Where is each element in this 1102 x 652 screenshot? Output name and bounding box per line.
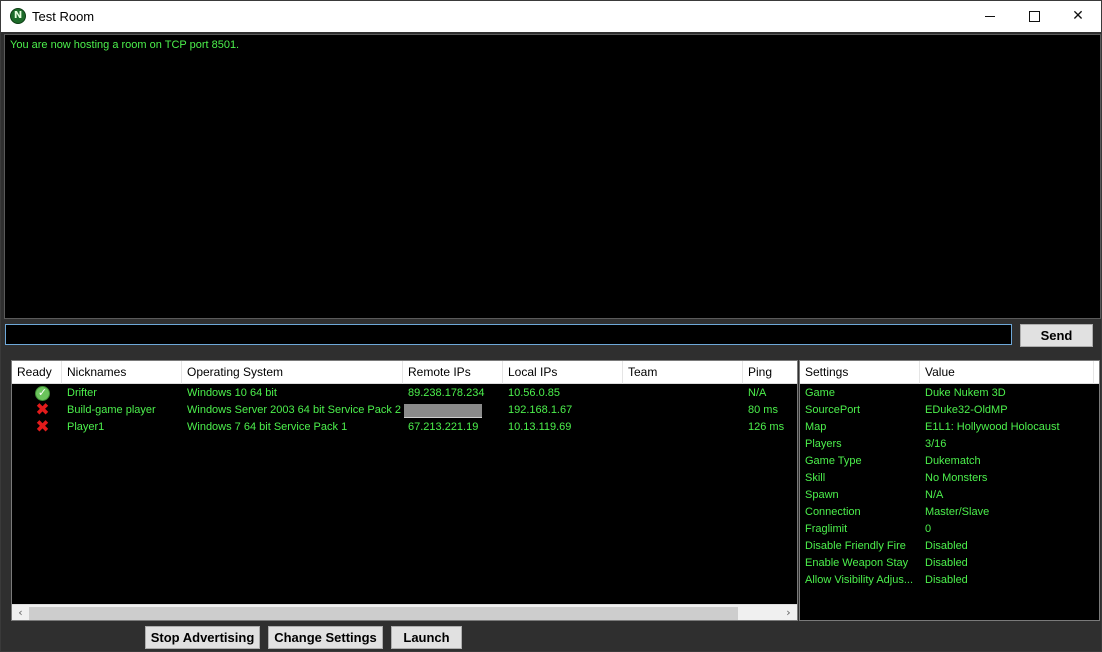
check-icon: ✓ (35, 386, 50, 401)
setting-key: Map (805, 421, 827, 433)
launch-button[interactable]: Launch (391, 626, 462, 649)
close-icon: ✕ (1072, 8, 1084, 24)
stop-advertising-button[interactable]: Stop Advertising (145, 626, 260, 649)
setting-key: Disable Friendly Fire (805, 540, 906, 552)
minimize-button[interactable] (967, 1, 1013, 32)
player-team (623, 385, 743, 402)
setting-key: Skill (805, 472, 826, 484)
player-ping: 80 ms (748, 404, 778, 416)
redacted-remote-ip (404, 404, 482, 418)
settings-row[interactable]: Allow Visibility Adjus... Disabled (800, 572, 1099, 589)
setting-value: E1L1: Hollywood Holocaust (925, 421, 1060, 433)
player-remote-ip: 67.213.221.19 (408, 421, 479, 433)
setting-value: Disabled (925, 574, 968, 586)
player-ping: 126 ms (748, 421, 785, 433)
column-header-os[interactable]: Operating System (182, 361, 403, 384)
player-ping: N/A (748, 387, 767, 399)
chat-log[interactable]: You are now hosting a room on TCP port 8… (4, 34, 1101, 319)
setting-key: SourcePort (805, 404, 861, 416)
settings-header: Settings Value (800, 361, 1099, 384)
player-nickname: Drifter (67, 387, 97, 399)
setting-key: Spawn (805, 489, 839, 501)
column-header-nicknames[interactable]: Nicknames (62, 361, 182, 384)
chat-input[interactable] (5, 324, 1012, 345)
column-header-settings[interactable]: Settings (800, 361, 920, 384)
window-title: Test Room (32, 9, 95, 24)
settings-row[interactable]: Disable Friendly Fire Disabled (800, 538, 1099, 555)
player-team (623, 419, 743, 436)
setting-value: Master/Slave (925, 506, 990, 518)
player-team (623, 402, 743, 419)
setting-value: No Monsters (925, 472, 988, 484)
settings-row[interactable]: Skill No Monsters (800, 470, 1099, 487)
settings-row[interactable]: Game Type Dukematch (800, 453, 1099, 470)
settings-row[interactable]: Connection Master/Slave (800, 504, 1099, 521)
player-row[interactable]: ✖ Player1 Windows 7 64 bit Service Pack … (12, 419, 797, 436)
settings-row[interactable]: Map E1L1: Hollywood Holocaust (800, 419, 1099, 436)
setting-value: Duke Nukem 3D (925, 387, 1006, 399)
x-icon: ✖ (35, 417, 50, 437)
horizontal-scrollbar[interactable]: ‹ › (12, 604, 797, 620)
column-header-local-ips[interactable]: Local IPs (503, 361, 623, 384)
column-header-value[interactable]: Value (920, 361, 1094, 384)
setting-value: EDuke32-OldMP (925, 404, 1008, 416)
setting-key: Game (805, 387, 835, 399)
column-header-team[interactable]: Team (623, 361, 743, 384)
setting-key: Game Type (805, 455, 862, 467)
close-button[interactable]: ✕ (1055, 1, 1101, 32)
app-logo-icon: N (10, 8, 26, 24)
log-line: You are now hosting a room on TCP port 8… (10, 39, 240, 51)
column-header-remote-ips[interactable]: Remote IPs (403, 361, 503, 384)
settings-row[interactable]: Players 3/16 (800, 436, 1099, 453)
column-header-ready[interactable]: Ready (12, 361, 62, 384)
player-row[interactable]: ✓ Drifter Windows 10 64 bit 89.238.178.2… (12, 385, 797, 402)
app-window: N Test Room ✕ You are now hosting a room… (0, 0, 1102, 652)
settings-row[interactable]: SourcePort EDuke32-OldMP (800, 402, 1099, 419)
player-local-ip: 10.56.0.85 (508, 387, 560, 399)
column-header-ping[interactable]: Ping (743, 361, 797, 384)
players-header: Ready Nicknames Operating System Remote … (12, 361, 797, 384)
title-bar[interactable]: N Test Room ✕ (1, 1, 1101, 32)
scroll-thumb[interactable] (29, 607, 738, 620)
setting-key: Connection (805, 506, 861, 518)
player-os: Windows Server 2003 64 bit Service Pack … (187, 404, 401, 416)
setting-value: Disabled (925, 540, 968, 552)
scroll-left-icon[interactable]: ‹ (12, 605, 29, 620)
player-local-ip: 192.168.1.67 (508, 404, 573, 416)
setting-value: N/A (925, 489, 944, 501)
maximize-icon (1028, 10, 1040, 22)
setting-key: Fraglimit (805, 523, 848, 535)
change-settings-button[interactable]: Change Settings (268, 626, 383, 649)
setting-value: Disabled (925, 557, 968, 569)
setting-value: 3/16 (925, 438, 947, 450)
players-list[interactable]: Ready Nicknames Operating System Remote … (11, 360, 798, 621)
minimize-icon (985, 15, 995, 17)
player-nickname: Player1 (67, 421, 105, 433)
scroll-right-icon[interactable]: › (780, 605, 797, 620)
player-nickname: Build-game player (67, 404, 156, 416)
player-os: Windows 10 64 bit (187, 387, 277, 399)
setting-key: Allow Visibility Adjus... (805, 574, 914, 586)
setting-value: Dukematch (925, 455, 981, 467)
settings-row[interactable]: Game Duke Nukem 3D (800, 385, 1099, 402)
maximize-button[interactable] (1011, 1, 1057, 32)
player-remote-ip: 89.238.178.234 (408, 387, 485, 399)
send-button[interactable]: Send (1020, 324, 1093, 347)
settings-list[interactable]: Settings Value Game Duke Nukem 3D SourceP… (799, 360, 1100, 621)
player-local-ip: 10.13.119.69 (508, 421, 572, 433)
player-row[interactable]: ✖ Build-game player Windows Server 2003 … (12, 402, 797, 419)
setting-key: Enable Weapon Stay (805, 557, 909, 569)
settings-row[interactable]: Fraglimit 0 (800, 521, 1099, 538)
x-icon: ✖ (35, 400, 50, 420)
player-os: Windows 7 64 bit Service Pack 1 (187, 421, 348, 433)
setting-value: 0 (925, 523, 932, 535)
setting-key: Players (805, 438, 842, 450)
settings-row[interactable]: Enable Weapon Stay Disabled (800, 555, 1099, 572)
settings-row[interactable]: Spawn N/A (800, 487, 1099, 504)
